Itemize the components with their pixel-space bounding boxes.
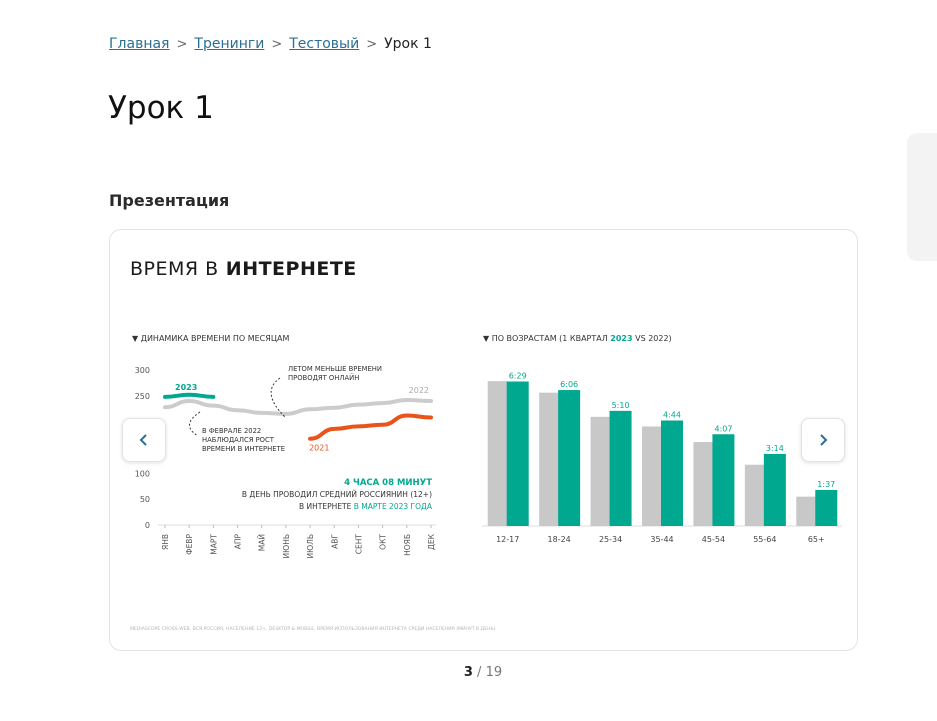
x-tick-label: ОКТ: [379, 534, 388, 550]
bar-data-label: 6:06: [560, 380, 578, 389]
bar-category-label: 35-44: [650, 535, 673, 544]
slide-charts: ▼ ДИНАМИКА ВРЕМЕНИ ПО МЕСЯЦАМ05010015020…: [130, 334, 842, 632]
x-tick-label: АВГ: [330, 534, 339, 549]
annotation-feb-2022: В ФЕВРАЛЕ 2022 НАБЛЮДАЛСЯ РОСТ ВРЕМЕНИ В И…: [202, 427, 285, 453]
bar-data-label: 1:37: [817, 480, 835, 489]
breadcrumb-current: Урок 1: [384, 36, 432, 52]
bar-2023-12-17: [506, 381, 529, 526]
x-tick-label: ДЕК: [427, 533, 436, 550]
breadcrumb-link-trainings[interactable]: Тренинги: [194, 36, 264, 52]
y-tick-label: 300: [135, 366, 150, 375]
side-panel-tab[interactable]: [907, 133, 937, 261]
pager-separator: /: [472, 665, 486, 680]
presentation-slide: ВРЕМЯ В ИНТЕРНЕТЕ ▼ ДИНАМИКА ВРЕМЕНИ ПО …: [109, 229, 858, 651]
bar-2023-25-34: [609, 410, 632, 526]
x-tick-label: ЯНВ: [161, 534, 170, 550]
series-line-2023: [163, 392, 216, 399]
breadcrumb-link-test[interactable]: Тестовый: [289, 36, 359, 52]
x-tick-label: АПР: [234, 534, 243, 550]
chevron-left-icon: [139, 434, 147, 446]
bar-category-label: 25-34: [599, 535, 622, 544]
bar-category-label: 45-54: [702, 535, 725, 544]
annotation-summer: ЛЕТОМ МЕНЬШЕ ВРЕМЕНИ ПРОВОДЯТ ОНЛАЙН: [288, 365, 382, 382]
bar-data-label: 3:14: [766, 444, 784, 453]
bar-2022-25-34: [590, 416, 611, 526]
bar-2023-35-44: [661, 420, 683, 526]
next-slide-button[interactable]: [801, 418, 845, 462]
series-label-2023: 2023: [175, 383, 197, 392]
bar-category-label: 65+: [808, 535, 825, 544]
breadcrumb-separator: >: [366, 36, 378, 52]
bar-2023-45-54: [712, 434, 735, 526]
y-tick-label: 0: [145, 521, 150, 530]
breadcrumb-separator: >: [271, 36, 283, 52]
bar-2022-45-54: [693, 442, 714, 526]
x-tick-label: СЕНТ: [354, 534, 363, 555]
slide-footnote: MEDIASCOPE CROSS WEB, ВСЯ РОССИЯ, НАСЕЛЕ…: [130, 626, 496, 632]
y-tick-label: 250: [135, 392, 150, 401]
annotation-arrow: [189, 411, 201, 437]
slide-pager: 3 / 19: [0, 665, 937, 680]
chevron-right-icon: [820, 434, 828, 446]
breadcrumb-link-home[interactable]: Главная: [109, 36, 169, 52]
bar-2022-18-24: [539, 392, 560, 526]
series-label-2021: 2021: [309, 444, 329, 453]
line-chart-title: ▼ ДИНАМИКА ВРЕМЕНИ ПО МЕСЯЦАМ: [132, 334, 290, 343]
breadcrumb-separator: >: [176, 36, 188, 52]
x-tick-label: ИЮЛЬ: [306, 534, 315, 559]
bar-category-label: 18-24: [548, 535, 571, 544]
annotation-arrow: [270, 377, 286, 418]
pager-current: 3: [463, 665, 473, 680]
bar-data-label: 6:29: [509, 372, 527, 381]
bar-data-label: 4:44: [663, 411, 681, 420]
bar-2023-18-24: [558, 390, 581, 526]
previous-slide-button[interactable]: [122, 418, 166, 462]
page-title: Урок 1: [108, 90, 214, 126]
bar-2022-35-44: [642, 426, 662, 526]
bar-data-label: 5:10: [612, 401, 630, 410]
y-tick-label: 100: [135, 469, 150, 478]
bar-chart-title: ▼ ПО ВОЗРАСТАМ (1 КВАРТАЛ 2023 VS 2022): [483, 334, 672, 343]
callout-highlight: 4 ЧАСА 08 МИНУТ: [344, 478, 432, 488]
bar-category-label: 55-64: [753, 535, 776, 544]
x-tick-label: ФЕВР: [185, 534, 194, 555]
x-tick-label: ИЮНЬ: [282, 534, 291, 559]
series-line-2021: [308, 413, 433, 441]
bar-data-label: 4:07: [714, 424, 732, 433]
pager-total: 19: [485, 665, 503, 680]
breadcrumb: Главная > Тренинги > Тестовый > Урок 1: [109, 36, 432, 52]
series-line-2022: [163, 397, 433, 416]
series-label-2022: 2022: [409, 386, 429, 395]
bar-2022-55-64: [744, 464, 765, 526]
section-title: Презентация: [109, 191, 230, 210]
bar-2022-12-17: [487, 381, 508, 526]
bar-2022-65+: [796, 496, 817, 526]
callout-line3: В ИНТЕРНЕТЕ В МАРТЕ 2023 ГОДА: [299, 502, 433, 511]
x-tick-label: НОЯБ: [403, 534, 412, 556]
bar-2023-55-64: [763, 453, 786, 526]
x-tick-label: МАРТ: [209, 534, 218, 555]
y-tick-label: 50: [140, 495, 150, 504]
bar-2023-65+: [815, 489, 838, 526]
callout-line2: В ДЕНЬ ПРОВОДИЛ СРЕДНИЙ РОССИЯНИН (12+): [242, 490, 432, 499]
bar-category-label: 12-17: [496, 535, 519, 544]
x-tick-label: МАЙ: [258, 534, 267, 551]
